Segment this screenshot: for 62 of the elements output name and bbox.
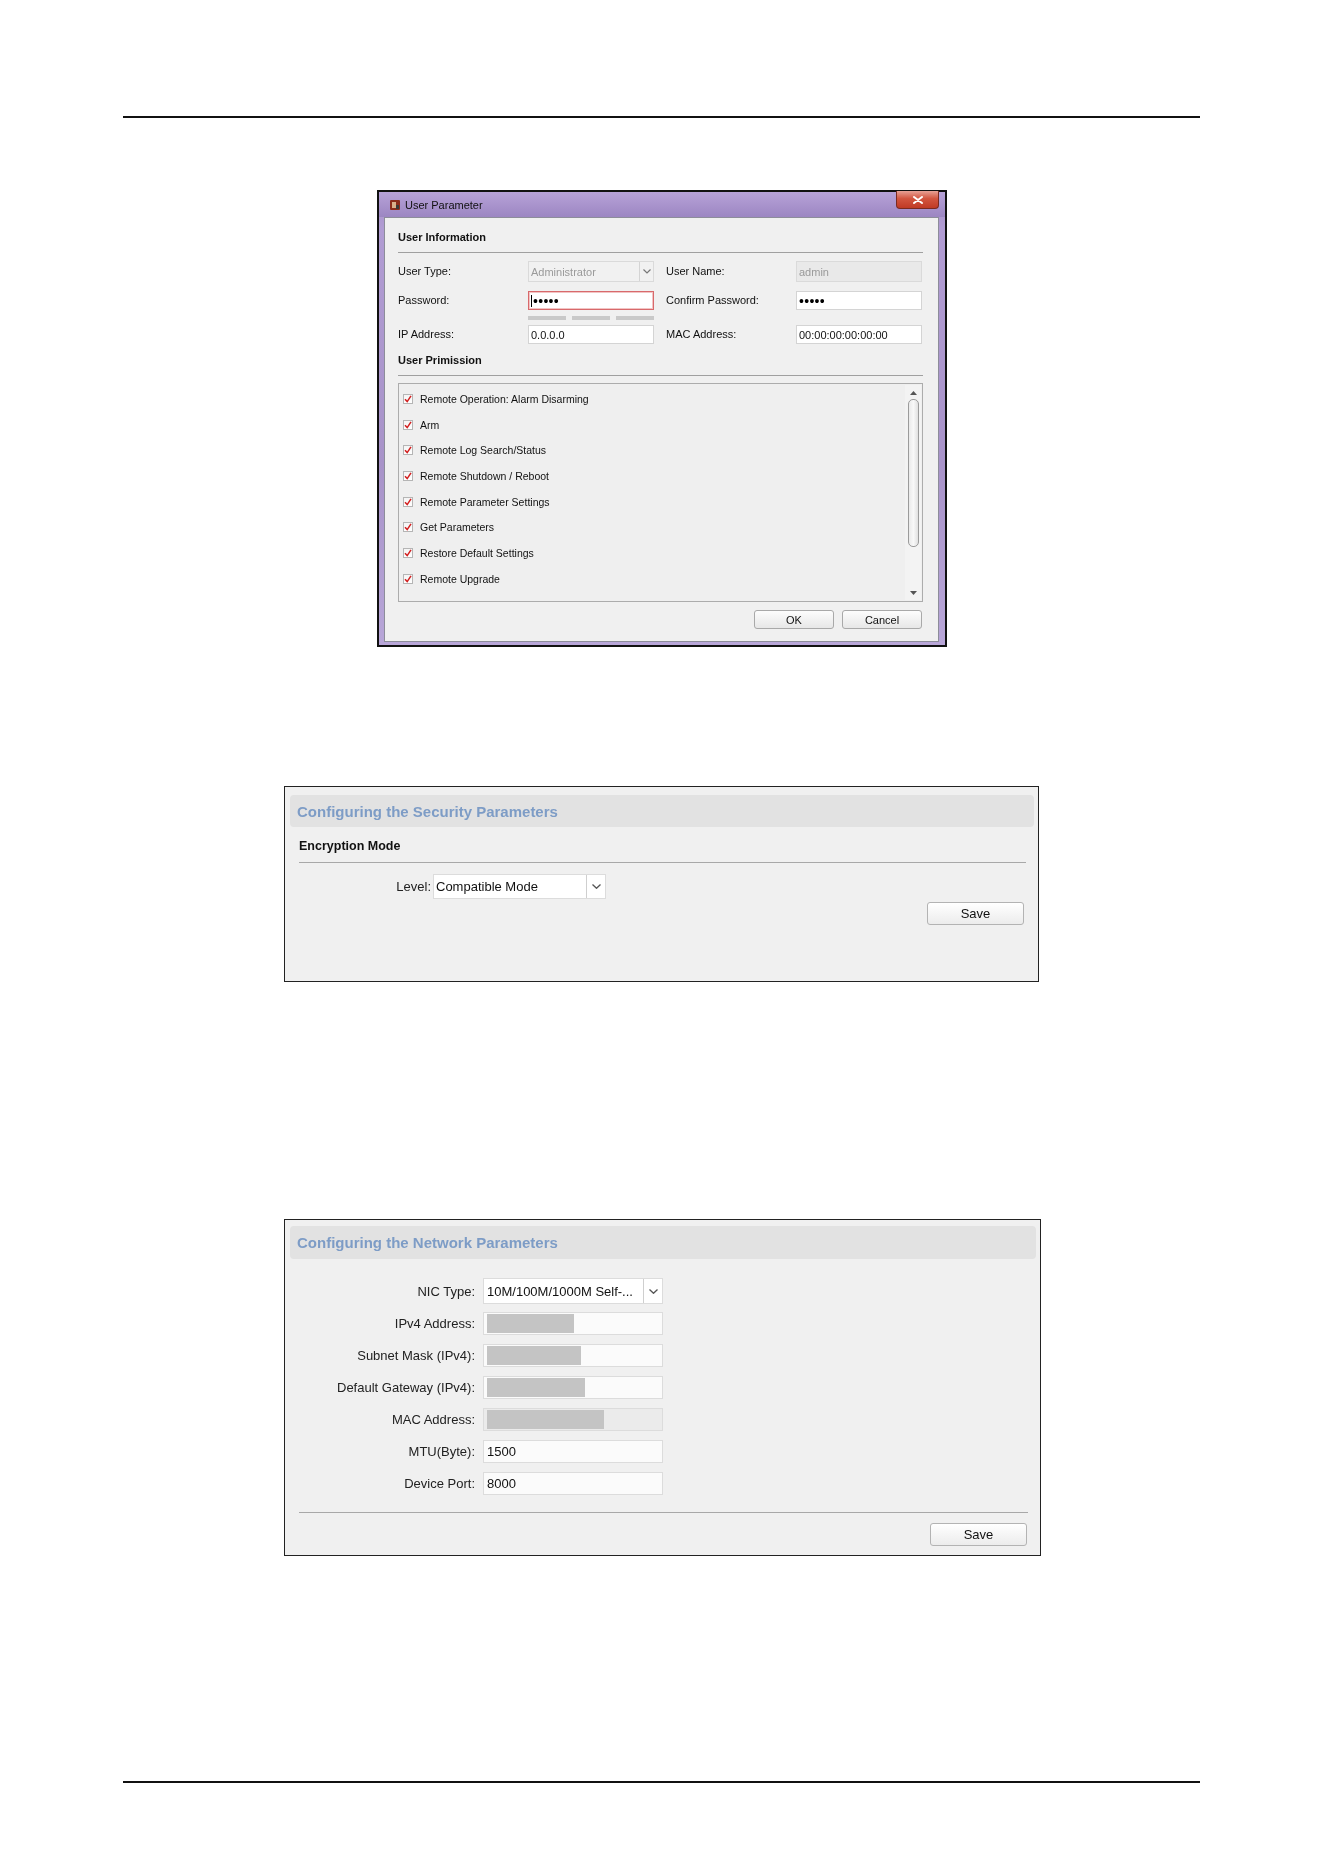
chevron-down-icon [642,269,651,274]
field-label: User Name: [666,265,725,277]
field-label: MAC Address: [666,328,737,340]
panel-title: Configuring the Security Parameters [297,802,558,820]
checkbox[interactable] [403,419,413,430]
permission-label: Remote Operation: Alarm Disarming [420,392,589,405]
permission-label: Arm [420,418,440,431]
checkbox[interactable] [403,393,413,404]
scroll-up-icon[interactable] [909,391,917,395]
close-icon [912,195,923,204]
text-field[interactable]: 00:00:00:00:00:00 [796,325,922,344]
dialog-button[interactable]: OK [754,610,834,629]
text-field[interactable]: 0.0.0.0 [528,325,654,344]
field-label: User Type: [398,265,451,277]
chevron-down-icon [591,884,601,889]
field-label: MAC Address: [391,1411,475,1427]
scrollbar-thumb[interactable] [907,399,919,547]
checkbox[interactable] [403,547,413,558]
section-heading: User Primission [398,354,482,366]
scroll-down-icon[interactable] [909,591,917,595]
permission-label: Get Parameters [420,521,495,534]
dropdown[interactable]: Compatible Mode [433,874,606,899]
dropdown[interactable]: 10M/100M/1000M Self-... [483,1278,663,1304]
permission-label: Remote Upgrade [420,572,500,585]
text-field[interactable]: 8000 [483,1471,663,1495]
checkbox[interactable] [403,522,413,533]
permission-label: Remote Shutdown / Reboot [420,469,549,482]
checkbox[interactable] [403,445,413,456]
password-field[interactable]: ••••• [796,291,922,310]
text-field[interactable] [483,1311,663,1335]
permission-label: Remote Log Search/Status [420,444,547,457]
window-title: User Parameter [405,198,483,211]
close-button[interactable] [896,191,939,209]
field-label: Confirm Password: [666,294,759,306]
field-label: Default Gateway (IPv4): [337,1379,475,1395]
field-label: IP Address: [398,328,455,340]
section-heading: Encryption Mode [299,839,401,853]
field-label: NIC Type: [417,1283,475,1299]
checkbox[interactable] [403,496,413,507]
text-cursor-icon [531,294,532,307]
scrollbar[interactable] [905,385,921,600]
text-field[interactable] [483,1343,663,1367]
panel-title: Configuring the Network Parameters [297,1234,558,1251]
checkbox[interactable] [403,573,413,584]
permission-label: Remote Parameter Settings [420,495,550,508]
field-label: Device Port: [404,1475,475,1491]
text-field[interactable]: 1500 [483,1439,663,1463]
field-label: MTU(Byte): [408,1443,475,1459]
password-field[interactable]: ••••• [528,291,654,310]
save-button[interactable]: Save [927,902,1024,925]
app-icon [390,199,400,210]
text-field[interactable] [483,1375,663,1399]
field-label: IPv4 Address: [394,1315,475,1331]
checkbox[interactable] [403,470,413,481]
section-heading: User Information [398,231,486,243]
field-label: Subnet Mask (IPv4): [357,1347,475,1363]
chevron-down-icon [648,1288,658,1294]
permission-label: Restore Default Settings [420,546,534,559]
dialog-button[interactable]: Cancel [842,610,922,629]
save-button[interactable]: Save [930,1523,1027,1546]
field-label: Level: [396,879,431,894]
field-label: Password: [398,294,450,306]
